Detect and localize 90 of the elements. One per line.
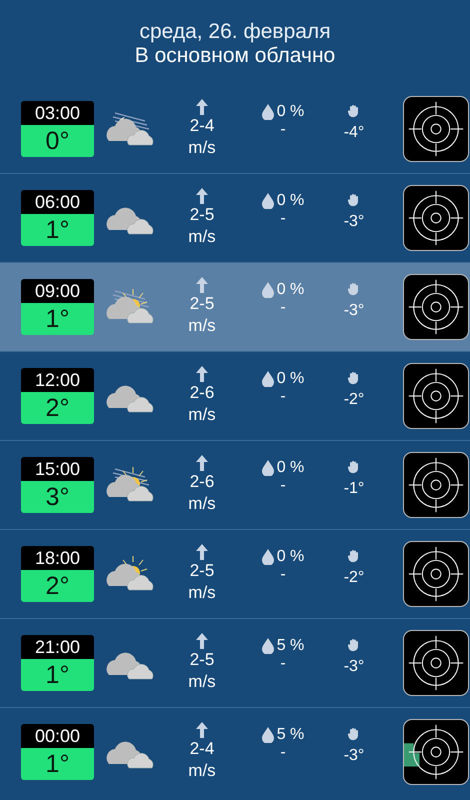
drop-icon: [262, 371, 274, 387]
wind-arrow-icon: [196, 633, 208, 649]
hand-icon: [348, 549, 360, 563]
date-text: среда, 26. февраля: [139, 20, 331, 44]
forecast-summary: В основном облачно: [134, 44, 336, 68]
forecast-row[interactable]: 06:00 1° 2-5 m/s 0 % - -3°: [0, 173, 470, 262]
drop-icon: [262, 282, 274, 298]
radar-map[interactable]: [403, 363, 469, 429]
hand-icon: [348, 727, 360, 741]
wind-speed: 2-5 m/s: [187, 204, 217, 248]
wind-arrow-icon: [196, 366, 208, 382]
precipitation-amount: -: [280, 477, 286, 495]
temperature: 3°: [21, 481, 94, 513]
time-label: 00:00: [21, 724, 94, 748]
wind-arrow-icon: [196, 277, 208, 293]
feels-like-temperature: -3°: [344, 213, 364, 231]
precipitation-chance: 0 %: [276, 192, 304, 210]
wind-arrow-icon: [196, 544, 208, 560]
time-label: 06:00: [21, 190, 94, 214]
precipitation-amount: -: [280, 744, 286, 762]
hand-icon: [348, 460, 360, 474]
forecast-row[interactable]: 18:00 2° 2-5 m/s 0 % - -2°: [0, 529, 470, 618]
precipitation-amount: -: [280, 388, 286, 406]
radar-map[interactable]: [403, 719, 469, 785]
hand-icon: [348, 282, 360, 296]
precipitation-chance: 0 %: [276, 370, 304, 388]
time-label: 12:00: [21, 368, 94, 392]
drop-icon: [262, 727, 274, 743]
feels-like-temperature: -3°: [344, 747, 364, 765]
temperature: 1°: [21, 214, 94, 246]
temperature: 0°: [21, 125, 94, 157]
wind-arrow-icon: [196, 722, 208, 738]
wind-speed: 2-6 m/s: [187, 382, 217, 426]
precipitation-chance: 5 %: [276, 637, 304, 655]
forecast-row[interactable]: 00:00 1° 2-4 m/s 5 % - -3°: [0, 707, 470, 796]
time-label: 03:00: [21, 101, 94, 125]
temperature: 1°: [21, 303, 94, 335]
forecast-row[interactable]: 09:00 1° 2-5 m/s 0 % - -3°: [0, 262, 470, 351]
precipitation-amount: -: [280, 299, 286, 317]
precipitation-chance: 5 %: [276, 726, 304, 744]
hand-icon: [348, 371, 360, 385]
drop-icon: [262, 460, 274, 476]
feels-like-temperature: -3°: [344, 658, 364, 676]
hand-icon: [348, 193, 360, 207]
feels-like-temperature: -4°: [344, 124, 364, 142]
precipitation-chance: 0 %: [276, 281, 304, 299]
wind-arrow-icon: [196, 188, 208, 204]
forecast-row[interactable]: 21:00 1° 2-5 m/s 5 % - -3°: [0, 618, 470, 707]
time-label: 21:00: [21, 635, 94, 659]
drop-icon: [262, 193, 274, 209]
wind-speed: 2-4 m/s: [187, 115, 217, 159]
wind-speed: 2-5 m/s: [187, 293, 217, 337]
wind-speed: 2-6 m/s: [187, 471, 217, 515]
forecast-row[interactable]: 15:00 3° 2-6 m/s 0 % - -1°: [0, 440, 470, 529]
radar-map[interactable]: [403, 274, 469, 340]
radar-map[interactable]: [403, 452, 469, 518]
forecast-row[interactable]: 03:00 0° 2-4 m/s 0 % - -4°: [0, 85, 470, 173]
feels-like-temperature: -2°: [344, 569, 364, 587]
wind-speed: 2-5 m/s: [187, 560, 217, 604]
temperature: 2°: [21, 392, 94, 424]
time-label: 18:00: [21, 546, 94, 570]
wind-arrow-icon: [196, 455, 208, 471]
radar-map[interactable]: [403, 541, 469, 607]
hand-icon: [348, 104, 360, 118]
wind-speed: 2-4 m/s: [187, 738, 217, 782]
hand-icon: [348, 638, 360, 652]
temperature: 2°: [21, 570, 94, 602]
precipitation-amount: -: [280, 655, 286, 673]
wind-arrow-icon: [196, 99, 208, 115]
feels-like-temperature: -1°: [344, 480, 364, 498]
temperature: 1°: [21, 659, 94, 691]
wind-speed: 2-5 m/s: [187, 649, 217, 693]
precipitation-amount: -: [280, 121, 286, 139]
radar-map[interactable]: [403, 185, 469, 251]
feels-like-temperature: -2°: [344, 391, 364, 409]
precipitation-amount: -: [280, 566, 286, 584]
precipitation-chance: 0 %: [276, 103, 304, 121]
drop-icon: [262, 104, 274, 120]
time-label: 15:00: [21, 457, 94, 481]
radar-map[interactable]: [403, 630, 469, 696]
feels-like-temperature: -3°: [344, 302, 364, 320]
precipitation-chance: 0 %: [276, 548, 304, 566]
precipitation-amount: -: [280, 210, 286, 228]
radar-map[interactable]: [403, 96, 469, 162]
drop-icon: [262, 638, 274, 654]
temperature: 1°: [21, 748, 94, 780]
drop-icon: [262, 549, 274, 565]
precipitation-chance: 0 %: [276, 459, 304, 477]
forecast-row[interactable]: 12:00 2° 2-6 m/s 0 % - -2°: [0, 351, 470, 440]
time-label: 09:00: [21, 279, 94, 303]
